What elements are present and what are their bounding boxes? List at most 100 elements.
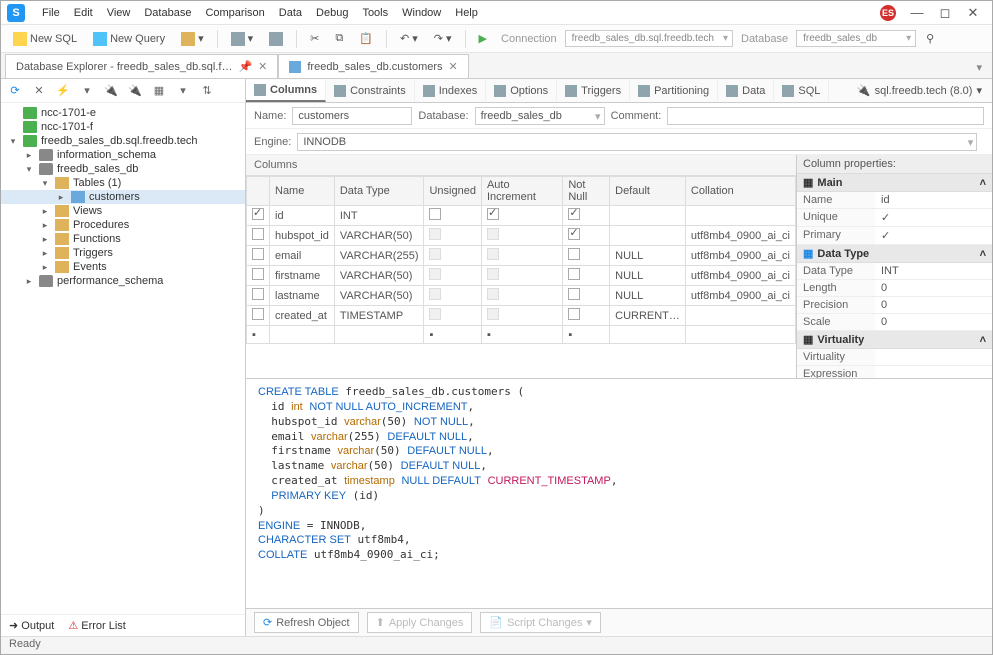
minimize-button[interactable]: — (904, 5, 930, 20)
user-avatar[interactable]: ES (880, 5, 896, 21)
property-row[interactable]: Scale0 (797, 314, 992, 331)
save-button[interactable]: ▾ (225, 29, 260, 49)
expand-icon[interactable]: ▾ (23, 164, 35, 175)
apply-changes-button[interactable]: ⬆Apply Changes (367, 612, 473, 633)
close-icon[interactable]: ✕ (449, 60, 458, 73)
column-row[interactable]: lastnameVARCHAR(50)NULLutf8mb4_0900_ai_c… (247, 286, 796, 306)
tree-node[interactable]: ncc-1701-f (1, 120, 245, 134)
database-select[interactable]: freedb_sales_db (475, 107, 605, 125)
menu-tools[interactable]: Tools (355, 4, 395, 22)
open-dropdown[interactable]: ▾ (175, 29, 210, 49)
subtab-triggers[interactable]: Triggers (557, 81, 630, 101)
col-header[interactable]: Auto Increment (481, 177, 562, 206)
col-header[interactable]: Name (270, 177, 335, 206)
property-row[interactable]: Unique✓ (797, 209, 992, 227)
property-row[interactable]: Length0 (797, 280, 992, 297)
maximize-button[interactable]: ◻ (932, 5, 958, 21)
expand-icon[interactable]: ▾ (39, 178, 51, 189)
expand-icon[interactable]: ▸ (55, 192, 67, 203)
property-row[interactable]: Virtuality (797, 349, 992, 366)
property-row[interactable]: Precision0 (797, 297, 992, 314)
refresh-object-button[interactable]: ⟳Refresh Object (254, 612, 359, 633)
group-datatype[interactable]: ▦Data Type˄ (797, 245, 992, 263)
redo-button[interactable]: ↷ ▾ (428, 29, 458, 48)
tab-editor[interactable]: freedb_sales_db.customers ✕ (278, 54, 468, 78)
plug-icon[interactable]: 🔌 (101, 82, 121, 100)
columns-grid[interactable]: NameData TypeUnsignedAuto IncrementNot N… (246, 176, 796, 344)
tab-explorer[interactable]: Database Explorer - freedb_sales_db.sql.… (5, 54, 278, 78)
save-all-button[interactable] (263, 29, 289, 49)
execute-button[interactable]: ▶ (473, 29, 493, 48)
tree-node[interactable]: ▸performance_schema (1, 274, 245, 288)
expand-icon[interactable]: ▸ (39, 262, 51, 273)
tree-node[interactable]: ▸customers (1, 190, 245, 204)
tree-node[interactable]: ▸Views (1, 204, 245, 218)
tree-node[interactable]: ▾Tables (1) (1, 176, 245, 190)
new-sql-button[interactable]: New SQL (7, 29, 83, 49)
expand-icon[interactable]: ▸ (39, 248, 51, 259)
script-changes-button[interactable]: 📄Script Changes ▾ (480, 612, 600, 633)
new-folder-icon[interactable]: ▾ (77, 82, 97, 100)
paste-icon[interactable]: 📋 (353, 29, 379, 48)
name-input[interactable] (292, 107, 412, 125)
comment-input[interactable] (667, 107, 984, 125)
tab-list-dropdown[interactable]: ▾ (972, 57, 986, 78)
expand-icon[interactable]: ▾ (7, 136, 19, 147)
menu-window[interactable]: Window (395, 4, 448, 22)
tree-node[interactable]: ▾freedb_sales_db (1, 162, 245, 176)
expand-icon[interactable]: ▸ (39, 220, 51, 231)
tree-node[interactable]: ▸information_schema (1, 148, 245, 162)
property-row[interactable]: Data TypeINT (797, 263, 992, 280)
expand-icon[interactable]: ▸ (23, 150, 35, 161)
group-virtuality[interactable]: ▦Virtuality˄ (797, 331, 992, 349)
pin-icon[interactable]: 📌 (238, 60, 252, 73)
menu-data[interactable]: Data (272, 4, 309, 22)
column-row[interactable]: created_atTIMESTAMPCURRENT… (247, 306, 796, 326)
col-header[interactable]: Default (610, 177, 686, 206)
subtab-sql[interactable]: SQL (774, 81, 829, 101)
tree-node[interactable]: ▸Functions (1, 232, 245, 246)
subtab-constraints[interactable]: Constraints (326, 81, 415, 101)
menu-help[interactable]: Help (448, 4, 485, 22)
new-query-button[interactable]: New Query (87, 29, 171, 49)
subtab-data[interactable]: Data (718, 81, 774, 101)
menu-view[interactable]: View (100, 4, 138, 22)
subtab-indexes[interactable]: Indexes (415, 81, 487, 101)
menu-file[interactable]: File (35, 4, 67, 22)
menu-edit[interactable]: Edit (67, 4, 100, 22)
col-header[interactable] (247, 177, 270, 206)
refresh-icon[interactable]: ⟳ (5, 82, 25, 100)
engine-select[interactable]: INNODB (297, 133, 977, 151)
column-row-new[interactable]: ▪▪▪▪ (247, 326, 796, 344)
property-row[interactable]: Nameid (797, 192, 992, 209)
property-row[interactable]: Primary✓ (797, 227, 992, 245)
subtab-partitioning[interactable]: Partitioning (630, 81, 718, 101)
subtab-options[interactable]: Options (486, 81, 557, 101)
plug2-icon[interactable]: 🔌 (125, 82, 145, 100)
col-header[interactable]: Unsigned (424, 177, 481, 206)
filter-icon[interactable]: ▾ (173, 82, 193, 100)
error-list-tab[interactable]: ⚠ Error List (68, 619, 126, 632)
menu-database[interactable]: Database (137, 4, 198, 22)
column-row[interactable]: emailVARCHAR(255)NULLutf8mb4_0900_ai_ci (247, 246, 796, 266)
close-icon[interactable]: ✕ (258, 60, 267, 73)
database-combo[interactable]: freedb_sales_db (796, 30, 916, 47)
tree-node[interactable]: ▸Events (1, 260, 245, 274)
cut-icon[interactable]: ✂ (304, 29, 325, 48)
col-header[interactable]: Not Null (563, 177, 610, 206)
show-objects-icon[interactable]: ▦ (149, 82, 169, 100)
expand-icon[interactable]: ▸ (39, 206, 51, 217)
output-tab[interactable]: ➜ Output (9, 619, 54, 632)
col-header[interactable]: Data Type (334, 177, 424, 206)
expand-icon[interactable]: ▸ (23, 276, 35, 287)
connection-combo[interactable]: freedb_sales_db.sql.freedb.tech (565, 30, 733, 47)
sort-icon[interactable]: ⇅ (197, 82, 217, 100)
tree-node[interactable]: ▸Procedures (1, 218, 245, 232)
column-row[interactable]: hubspot_idVARCHAR(50)utf8mb4_0900_ai_ci (247, 226, 796, 246)
column-row[interactable]: idINT (247, 206, 796, 226)
new-conn-icon[interactable]: ⚡ (53, 82, 73, 100)
tree-node[interactable]: ▸Triggers (1, 246, 245, 260)
group-main[interactable]: ▦Main˄ (797, 174, 992, 192)
subtab-columns[interactable]: Columns (246, 80, 326, 102)
menu-debug[interactable]: Debug (309, 4, 355, 22)
